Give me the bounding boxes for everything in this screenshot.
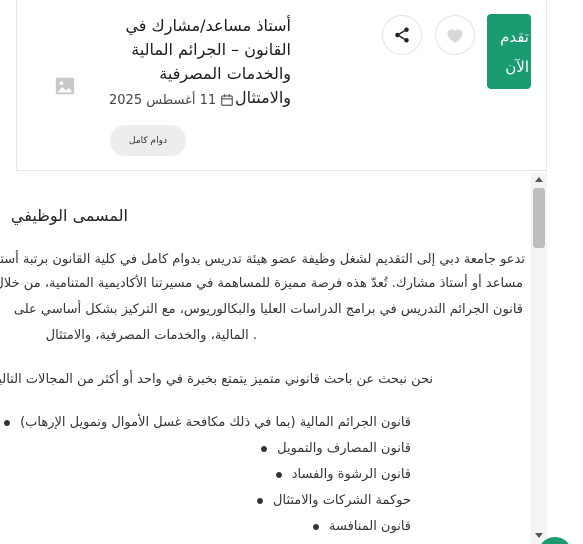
scroll-up-icon[interactable]	[535, 177, 543, 182]
paragraph-line: تدعو جامعة دبي إلى التقديم لشغل وظيفة عض…	[0, 252, 525, 267]
apply-now-button[interactable]: تقدم الآن	[487, 14, 531, 89]
paragraph-line: . المالية، والخدمات المصرفية، والامتثال	[45, 328, 257, 343]
like-button[interactable]	[435, 15, 475, 55]
list-item: قانون الرشوة والفساد	[4, 462, 411, 488]
share-icon	[395, 27, 409, 43]
paragraph-line: قانون الجرائم التدريس في برامج الدراسات …	[13, 302, 523, 317]
areas-intro: نحن نبحث عن باحث قانوني متميز يتمتع بخبر…	[0, 372, 433, 387]
areas-list: قانون الجرائم المالية (بما في ذلك مكافحة…	[4, 410, 411, 540]
job-description: المسمى الوظيفي تدعو جامعة دبي إلى التقدي…	[0, 180, 529, 544]
calendar-icon	[221, 94, 233, 106]
company-logo	[53, 74, 77, 98]
list-item: قانون المنافسة	[4, 514, 411, 540]
share-button[interactable]	[382, 15, 422, 55]
posted-date: 11 أغسطس 2025	[109, 91, 234, 109]
image-placeholder-icon	[55, 77, 75, 95]
job-card: تقدم الآن أستاذ مساعد/مشارك في القانون –…	[16, 0, 547, 171]
section-heading: المسمى الوظيفي	[10, 206, 128, 225]
employment-type-badge: دوام كامل	[110, 125, 186, 156]
scrollbar[interactable]	[531, 173, 547, 544]
scroll-thumb[interactable]	[533, 188, 545, 248]
list-item: حوكمة الشركات والامتثال	[4, 488, 411, 514]
scroll-down-icon[interactable]	[535, 533, 543, 538]
paragraph-line: مساعد أو أستاذ مشارك. تُعدّ هذه فرصة ممي…	[0, 276, 523, 291]
list-item: قانون الجرائم المالية (بما في ذلك مكافحة…	[4, 410, 411, 436]
list-item: قانون المصارف والتمويل	[4, 436, 411, 462]
heart-icon	[447, 29, 463, 43]
posted-date-text: 11 أغسطس 2025	[109, 92, 217, 108]
